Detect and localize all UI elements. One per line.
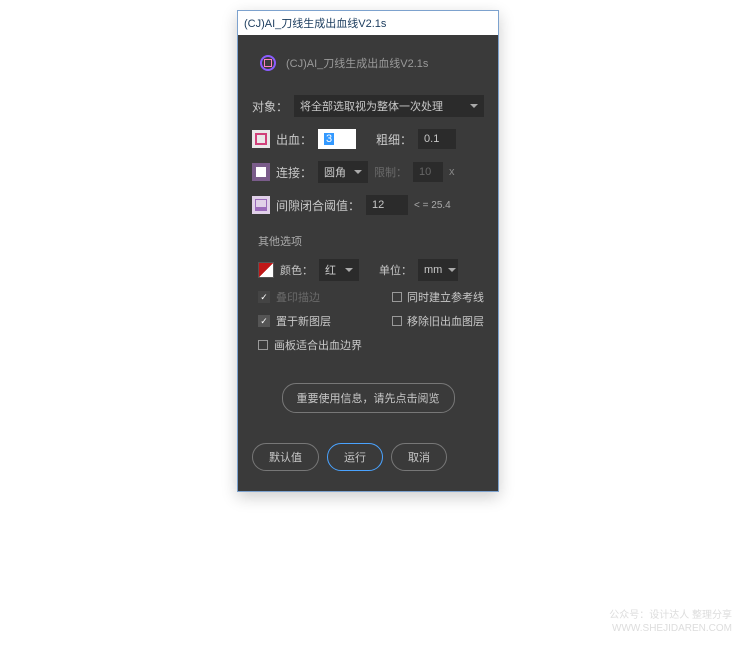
limit-value: 10 [419, 166, 431, 178]
color-row: 颜色： 红 单位： mm [258, 255, 484, 285]
newlayer-label: 置于新图层 [276, 313, 331, 329]
bleed-label: 出血： [276, 131, 312, 148]
bleed-row: 出血： 3 粗细： 0.1 [248, 123, 488, 155]
limit-label: 限制： [374, 164, 407, 180]
watermark: 公众号：设计达人 整理分享 WWW.SHEJIDAREN.COM [609, 609, 732, 635]
dialog-header: (CJ)AI_刀线生成出血线V2.1s [248, 47, 488, 89]
target-select[interactable]: 将全部选取视为整体一次处理 [294, 95, 484, 117]
bleed-icon [252, 130, 270, 148]
color-swatch-icon [258, 262, 274, 278]
unit-value: mm [424, 264, 442, 276]
join-icon [252, 163, 270, 181]
join-select[interactable]: 圆角 [318, 161, 368, 183]
limit-input: 10 [413, 162, 443, 182]
run-button[interactable]: 运行 [327, 443, 383, 471]
color-select[interactable]: 红 [319, 259, 359, 281]
bleed-input[interactable]: 3 [318, 129, 356, 149]
gap-label: 间隙闭合阈值： [276, 197, 360, 214]
other-title: 其他选项 [258, 233, 484, 249]
newlayer-checkbox[interactable] [258, 315, 270, 327]
guides-label: 同时建立参考线 [407, 289, 484, 305]
overprint-guides-row: 叠印描边 同时建立参考线 [258, 285, 484, 309]
chevron-down-icon [470, 104, 478, 108]
color-value: 红 [325, 262, 336, 278]
app-icon [260, 55, 276, 71]
title-bar[interactable]: (CJ)AI_刀线生成出血线V2.1s [238, 11, 498, 35]
chevron-down-icon [448, 268, 456, 272]
removeold-label: 移除旧出血图层 [407, 313, 484, 329]
unit-label: 单位： [379, 262, 412, 278]
limit-unit: x [449, 166, 455, 178]
removeold-checkbox[interactable] [392, 316, 402, 326]
gap-note: < = 25.4 [414, 200, 451, 211]
footer-buttons: 默认值 运行 取消 [248, 425, 488, 475]
overprint-checkbox [258, 291, 270, 303]
dialog-title: (CJ)AI_刀线生成出血线V2.1s [286, 55, 428, 71]
stroke-label: 粗细： [376, 131, 412, 148]
chevron-down-icon [354, 170, 362, 174]
watermark-line1: 公众号：设计达人 整理分享 [609, 609, 732, 622]
gap-icon [252, 196, 270, 214]
other-options-group: 其他选项 颜色： 红 单位： mm 叠印描边 [248, 229, 488, 359]
default-button[interactable]: 默认值 [252, 443, 319, 471]
cancel-button[interactable]: 取消 [391, 443, 447, 471]
window-title: (CJ)AI_刀线生成出血线V2.1s [244, 15, 386, 31]
dialog-window: (CJ)AI_刀线生成出血线V2.1s (CJ)AI_刀线生成出血线V2.1s … [237, 10, 499, 492]
unit-select[interactable]: mm [418, 259, 458, 281]
stroke-input[interactable]: 0.1 [418, 129, 456, 149]
overprint-label: 叠印描边 [276, 289, 320, 305]
join-label: 连接： [276, 164, 312, 181]
target-select-value: 将全部选取视为整体一次处理 [300, 98, 443, 114]
bleed-value: 3 [324, 133, 334, 145]
gap-value: 12 [372, 199, 384, 211]
artboard-label: 画板适合出血边界 [274, 337, 362, 353]
join-row: 连接： 圆角 限制： 10 x [248, 155, 488, 189]
layer-row: 置于新图层 移除旧出血图层 [258, 309, 484, 333]
info-button[interactable]: 重要使用信息，请先点击阅览 [282, 383, 455, 413]
watermark-line2: WWW.SHEJIDAREN.COM [609, 622, 732, 635]
gap-row: 间隙闭合阈值： 12 < = 25.4 [248, 189, 488, 221]
dialog-content: (CJ)AI_刀线生成出血线V2.1s 对象： 将全部选取视为整体一次处理 出血… [238, 35, 498, 491]
chevron-down-icon [345, 268, 353, 272]
guides-checkbox[interactable] [392, 292, 402, 302]
join-value: 圆角 [324, 164, 346, 180]
target-row: 对象： 将全部选取视为整体一次处理 [248, 89, 488, 123]
artboard-row: 画板适合出血边界 [258, 333, 484, 357]
stroke-value: 0.1 [424, 133, 439, 145]
target-label: 对象： [252, 98, 288, 115]
color-label: 颜色： [280, 262, 313, 278]
gap-input[interactable]: 12 [366, 195, 408, 215]
artboard-checkbox[interactable] [258, 340, 268, 350]
